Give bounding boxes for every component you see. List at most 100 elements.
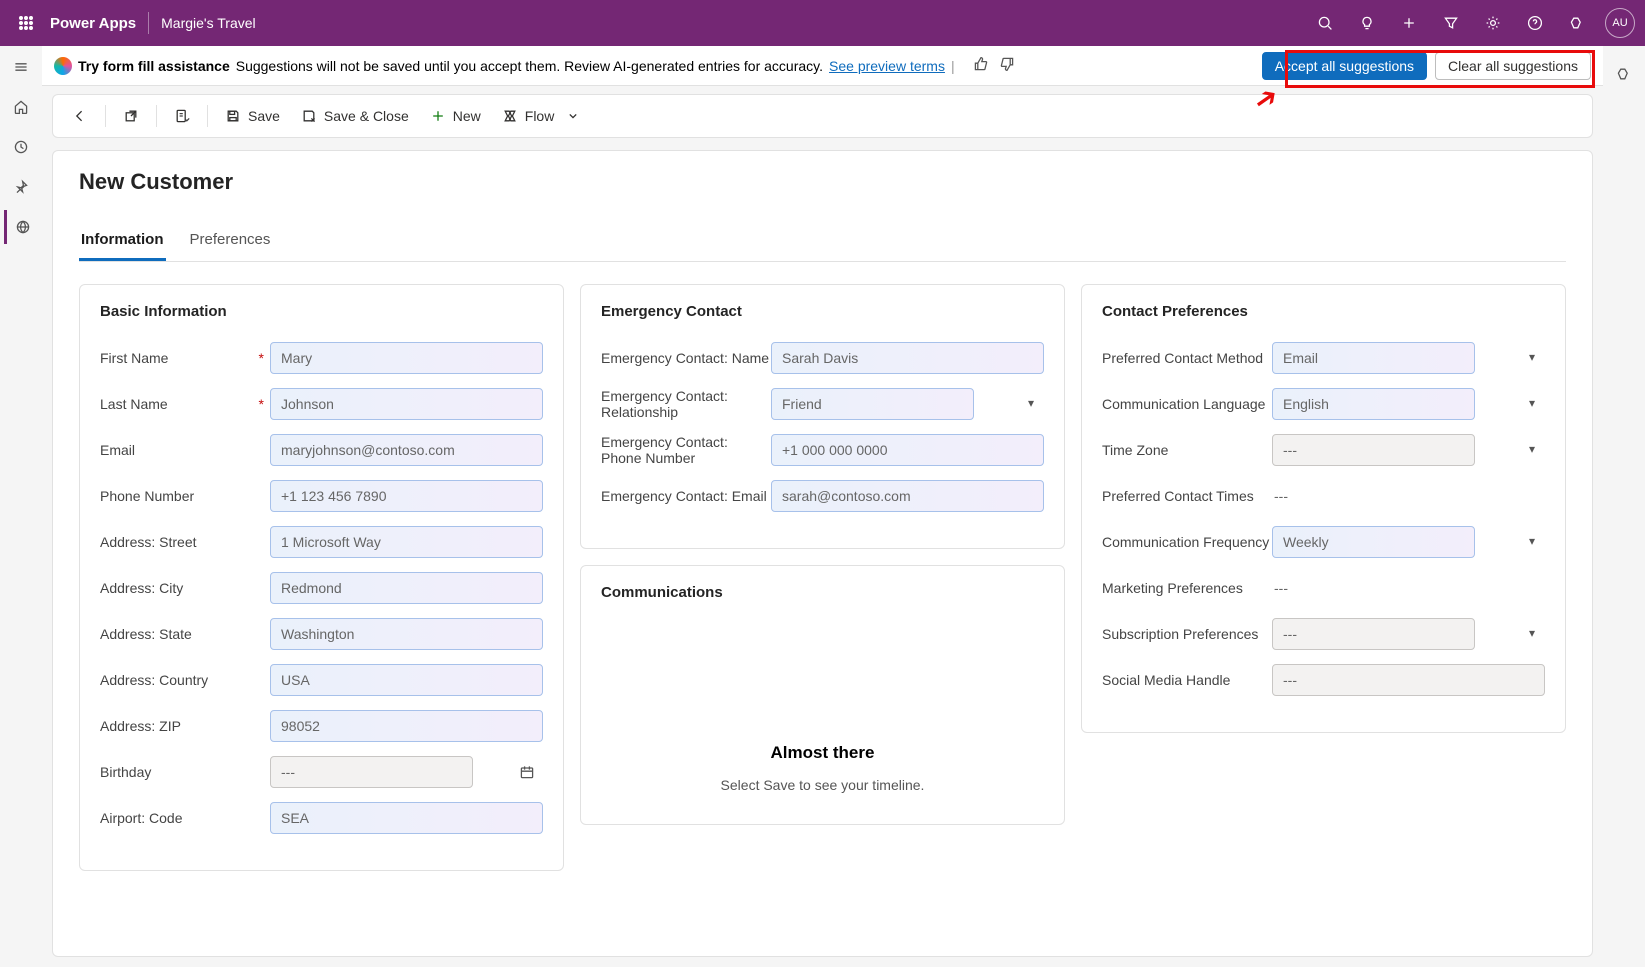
input-zip[interactable] [270, 710, 543, 742]
page-title: New Customer [79, 169, 1566, 195]
thumbs-up-icon [973, 56, 989, 72]
nav-collapse-button[interactable] [4, 50, 38, 84]
chevron-down-icon [565, 108, 581, 124]
new-button[interactable]: New [421, 101, 489, 131]
input-ec-name[interactable] [771, 342, 1044, 374]
ideas-button[interactable] [1347, 3, 1387, 43]
label-birthday: Birthday [100, 764, 270, 780]
chevron-down-icon: ▾ [1028, 396, 1034, 410]
nav-recent[interactable] [4, 130, 38, 164]
thumbs-down-button[interactable] [995, 52, 1019, 79]
info-title: Try form fill assistance [78, 58, 230, 74]
input-ec-phone[interactable] [771, 434, 1044, 466]
input-phone[interactable] [270, 480, 543, 512]
label-pref-subs: Subscription Preferences [1102, 626, 1272, 642]
save-button[interactable]: Save [216, 101, 288, 131]
input-last-name[interactable] [270, 388, 543, 420]
input-first-name[interactable] [270, 342, 543, 374]
nav-current-entity[interactable] [4, 210, 38, 244]
timeline-empty-title: Almost there [601, 743, 1044, 763]
label-phone: Phone Number [100, 488, 270, 504]
select-pref-method[interactable] [1272, 342, 1475, 374]
chevron-down-icon: ▾ [1529, 350, 1535, 364]
copilot-panel-toggle[interactable] [1608, 58, 1640, 90]
help-icon [1527, 15, 1543, 31]
chevron-down-icon: ▾ [1529, 626, 1535, 640]
section-title: Basic Information [100, 303, 543, 320]
preview-terms-link[interactable]: See preview terms [829, 58, 945, 74]
copilot-header-button[interactable] [1557, 3, 1597, 43]
input-airport[interactable] [270, 802, 543, 834]
settings-button[interactable] [1473, 3, 1513, 43]
select-pref-subs[interactable] [1272, 618, 1475, 650]
value-pref-times[interactable]: --- [1272, 488, 1288, 504]
thumbs-up-button[interactable] [969, 52, 993, 79]
input-pref-social[interactable] [1272, 664, 1545, 696]
input-street[interactable] [270, 526, 543, 558]
environment-name[interactable]: Margie's Travel [161, 15, 255, 31]
flow-label: Flow [525, 108, 555, 124]
birthday-calendar-button[interactable] [517, 762, 537, 782]
nav-pinned[interactable] [4, 170, 38, 204]
help-button[interactable] [1515, 3, 1555, 43]
select-ec-rel[interactable] [771, 388, 974, 420]
nav-home[interactable] [4, 90, 38, 124]
label-pref-tz: Time Zone [1102, 442, 1272, 458]
product-name: Power Apps [50, 15, 136, 32]
save-close-button[interactable]: Save & Close [292, 101, 417, 131]
input-country[interactable] [270, 664, 543, 696]
tab-preferences[interactable]: Preferences [188, 221, 273, 261]
tab-information[interactable]: Information [79, 221, 166, 261]
copilot-icon [1569, 15, 1585, 31]
plus-icon [430, 108, 446, 124]
select-pref-lang[interactable] [1272, 388, 1475, 420]
user-avatar[interactable]: AU [1605, 8, 1635, 38]
flow-button[interactable]: Flow [493, 101, 591, 131]
form-fill-assist-button[interactable] [165, 101, 199, 131]
copilot-side-rail [1603, 46, 1645, 967]
select-pref-tz[interactable] [1272, 434, 1475, 466]
add-button[interactable] [1389, 3, 1429, 43]
label-ec-phone: Emergency Contact: Phone Number [601, 434, 771, 466]
communications-section: Communications Almost there Select Save … [580, 565, 1065, 825]
app-launcher[interactable] [10, 7, 42, 39]
search-button[interactable] [1305, 3, 1345, 43]
label-ec-email: Emergency Contact: Email [601, 488, 771, 504]
contact-preferences-section: Contact Preferences Preferred Contact Me… [1081, 284, 1566, 733]
pin-icon [13, 179, 29, 195]
new-label: New [453, 108, 481, 124]
clock-icon [13, 139, 29, 155]
filter-button[interactable] [1431, 3, 1471, 43]
suggestion-info-bar: Try form fill assistance Suggestions wil… [42, 46, 1603, 86]
save-label: Save [248, 108, 280, 124]
form-content: New Customer Information Preferences Bas… [52, 150, 1593, 957]
calendar-icon [519, 764, 535, 780]
label-first-name: First Name [100, 350, 270, 366]
clear-all-button[interactable]: Clear all suggestions [1435, 52, 1591, 80]
section-title: Contact Preferences [1102, 303, 1545, 320]
select-pref-freq[interactable] [1272, 526, 1475, 558]
chevron-down-icon: ▾ [1529, 442, 1535, 456]
save-close-label: Save & Close [324, 108, 409, 124]
input-email[interactable] [270, 434, 543, 466]
input-city[interactable] [270, 572, 543, 604]
label-country: Address: Country [100, 672, 270, 688]
input-birthday[interactable] [270, 756, 473, 788]
globe-icon [15, 219, 31, 235]
input-ec-email[interactable] [771, 480, 1044, 512]
separator: | [951, 58, 955, 74]
waffle-icon [18, 15, 34, 31]
save-icon [225, 108, 241, 124]
label-pref-method: Preferred Contact Method [1102, 350, 1272, 366]
accept-all-button[interactable]: Accept all suggestions [1262, 52, 1427, 80]
input-state[interactable] [270, 618, 543, 650]
label-street: Address: Street [100, 534, 270, 550]
label-city: Address: City [100, 580, 270, 596]
timeline-empty-subtitle: Select Save to see your timeline. [601, 777, 1044, 793]
back-button[interactable] [63, 101, 97, 131]
value-pref-marketing[interactable]: --- [1272, 580, 1288, 596]
open-new-window-button[interactable] [114, 101, 148, 131]
copilot-logo-icon [54, 57, 72, 75]
separator [207, 105, 208, 127]
label-last-name: Last Name [100, 396, 270, 412]
